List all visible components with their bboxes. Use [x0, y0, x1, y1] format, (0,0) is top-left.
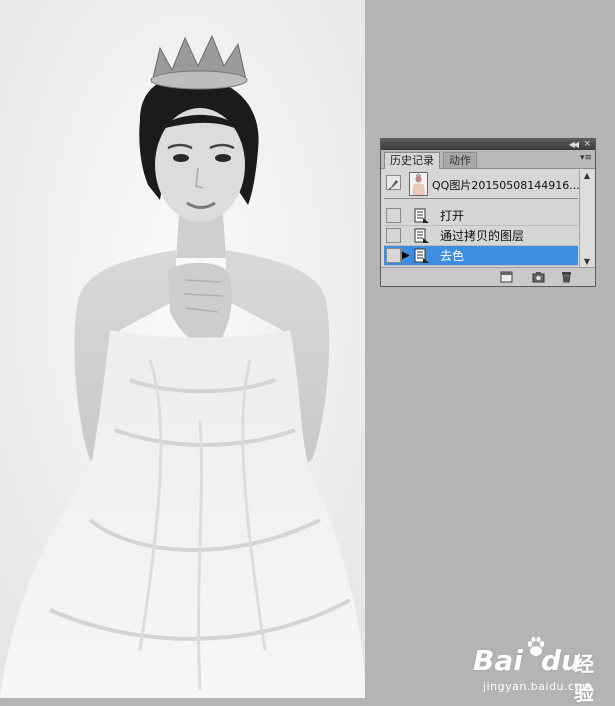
- snapshot-thumbnail: [409, 172, 428, 196]
- tab-actions[interactable]: 动作: [443, 152, 477, 168]
- watermark-url: jingyan.baidu.com: [483, 680, 594, 693]
- panel-footer: [381, 267, 595, 286]
- trash-icon[interactable]: [560, 271, 573, 283]
- history-brush-source-icon[interactable]: [386, 175, 401, 190]
- grayscale-portrait-photo: [0, 0, 365, 698]
- history-panel: ◀◀ × 历史记录 动作 ▾≡ QQ图片20150508144916.... 打…: [380, 138, 596, 287]
- current-state-marker-icon: ▶: [402, 250, 410, 261]
- scroll-up-icon[interactable]: ▲: [580, 170, 594, 182]
- history-source-checkbox[interactable]: [386, 228, 401, 243]
- snapshot-name: QQ图片20150508144916....: [432, 179, 584, 192]
- history-source-checkbox[interactable]: [386, 208, 401, 223]
- baidu-jingyan-watermark: Bai du 经验 jingyan.baidu.com: [471, 628, 611, 705]
- history-item-desaturate[interactable]: ▶ 去色: [384, 246, 578, 266]
- panel-tabbar: 历史记录 动作 ▾≡: [381, 150, 595, 169]
- history-state-icon: [414, 228, 429, 243]
- history-state-icon: [414, 208, 429, 223]
- tab-history[interactable]: 历史记录: [384, 152, 440, 169]
- history-state-icon: [414, 248, 429, 263]
- watermark-text: 经验: [574, 652, 594, 705]
- close-icon[interactable]: ×: [583, 139, 591, 150]
- history-item-open[interactable]: 打开: [384, 206, 578, 226]
- history-item-layer-via-copy[interactable]: 通过拷贝的图层: [384, 226, 578, 246]
- snapshot-row[interactable]: QQ图片20150508144916....: [384, 170, 583, 199]
- panel-menu-icon[interactable]: ▾≡: [580, 153, 592, 163]
- new-document-from-state-icon[interactable]: [500, 271, 513, 283]
- panel-titlebar[interactable]: ◀◀ ×: [381, 139, 595, 150]
- collapse-panel-icon[interactable]: ◀◀: [569, 139, 579, 150]
- document-canvas[interactable]: [0, 0, 365, 698]
- history-scrollbar[interactable]: ▲ ▼: [579, 170, 594, 268]
- history-source-checkbox[interactable]: [386, 248, 401, 263]
- history-item-label: 去色: [440, 249, 465, 263]
- snapshot-camera-icon[interactable]: [532, 271, 545, 283]
- history-item-label: 通过拷贝的图层: [440, 229, 525, 243]
- history-item-label: 打开: [440, 209, 465, 223]
- watermark-text: Bai: [473, 644, 523, 677]
